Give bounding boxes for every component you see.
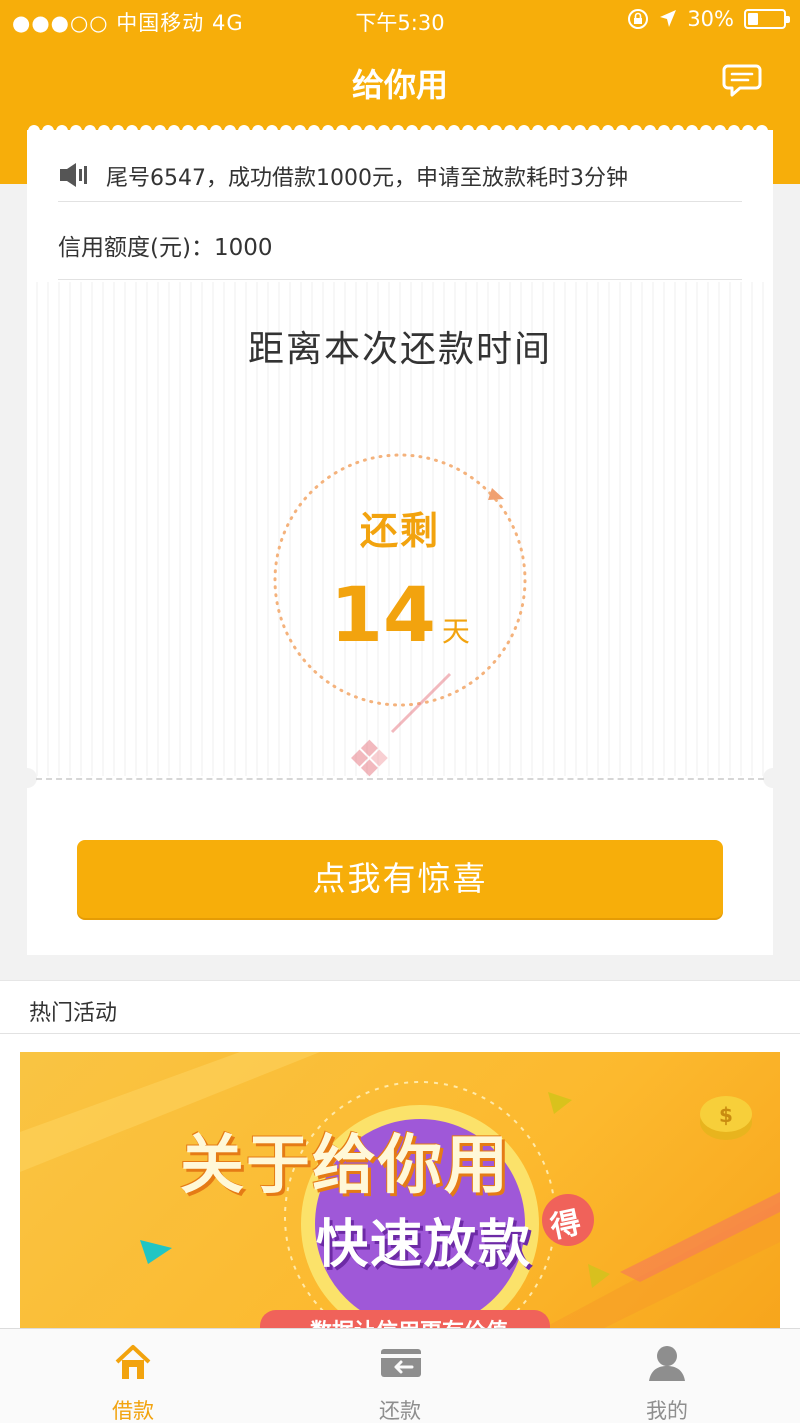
credit-limit-text: 信用额度(元)：1000 xyxy=(58,234,273,261)
hot-activities-title: 热门活动 xyxy=(29,1001,118,1026)
chat-bubble-icon[interactable] xyxy=(722,62,762,100)
countdown-title: 距离本次还款时间 xyxy=(247,329,552,370)
tab-mine[interactable]: 我的 xyxy=(534,1329,800,1423)
credit-limit: 信用额度(元)：1000 xyxy=(58,218,742,280)
tab-repay-label: 还款 xyxy=(379,1399,421,1423)
rotation-lock-icon xyxy=(628,9,649,29)
banner-line-1: 关于给你用 xyxy=(180,1129,510,1203)
tab-borrow-label: 借款 xyxy=(112,1399,154,1423)
tab-bar: 借款 还款 我的 xyxy=(0,1328,800,1423)
watermark-logo xyxy=(351,672,452,777)
ticket-divider xyxy=(36,778,764,780)
user-icon xyxy=(649,1346,685,1381)
speaker-icon xyxy=(60,162,87,187)
tab-mine-label: 我的 xyxy=(646,1399,688,1423)
battery-icon xyxy=(744,9,790,29)
svg-text:$: $ xyxy=(719,1103,733,1127)
page-title: 给你用 xyxy=(351,66,448,104)
hot-activities-header: 热门活动 xyxy=(0,980,800,1034)
ticket-notch-right xyxy=(763,768,783,788)
status-bar: ●●●○○ 中国移动 4G 下午5:30 30% xyxy=(0,0,800,40)
notice-text: 尾号6547，成功借款1000元，申请至放款耗时3分钟 xyxy=(106,165,628,191)
tab-repay[interactable]: 还款 xyxy=(267,1329,533,1423)
battery-percent: 30% xyxy=(687,7,734,31)
loan-notice: 尾号6547，成功借款1000元，申请至放款耗时3分钟 xyxy=(58,150,742,202)
ticket-notch-left xyxy=(17,768,37,788)
wallet-icon xyxy=(381,1349,421,1377)
battery-fill xyxy=(748,13,758,25)
location-arrow-icon xyxy=(660,10,677,27)
navigation-bar: 给你用 xyxy=(0,40,800,124)
ticket-scallop-edge xyxy=(27,125,773,140)
tab-borrow[interactable]: 借款 xyxy=(0,1329,266,1423)
status-right: 30% xyxy=(627,7,790,31)
surprise-button[interactable]: 点我有惊喜 xyxy=(77,840,723,918)
activity-banner[interactable]: $ 关于给你用 快速放款 得 数据让信用更有价值 xyxy=(20,1052,780,1330)
remaining-label: 还剩 xyxy=(359,509,440,553)
banner-line-2: 快速放款 xyxy=(316,1215,533,1275)
home-icon xyxy=(115,1345,151,1379)
